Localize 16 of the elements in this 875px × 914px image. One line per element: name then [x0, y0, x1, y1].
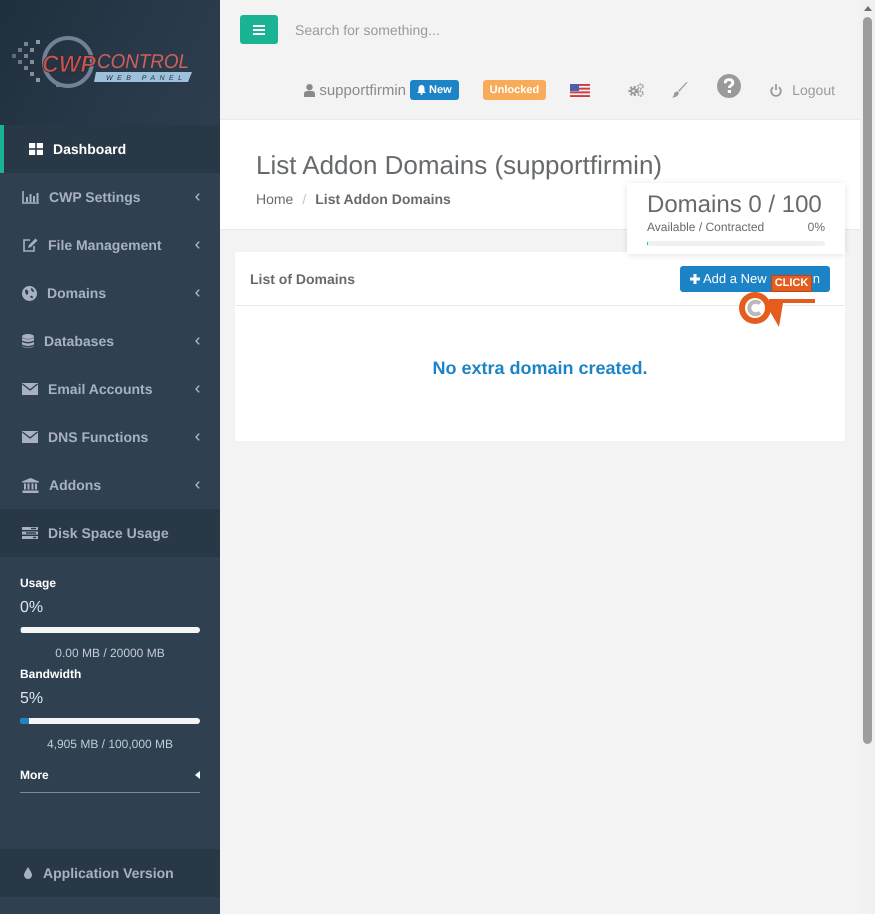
breadcrumb-current: List Addon Domains — [315, 190, 451, 209]
stat-percent: 0% — [20, 598, 44, 618]
stat-label: Bandwidth — [20, 666, 82, 683]
quota-caption: Available / Contracted — [647, 219, 764, 235]
breadcrumb-separator: / — [301, 190, 308, 209]
empty-message: No extra domain created. — [432, 357, 648, 380]
license-badge: Unlocked — [482, 80, 546, 100]
stat-percent: 5% — [20, 689, 44, 709]
stat-reading: 0.00 MB / 20000 MB — [54, 645, 166, 662]
click-tooltip: CLICK — [771, 275, 812, 292]
stat-reading: 4,905 MB / 100,000 MB — [46, 736, 174, 753]
quota-percent: 0% — [808, 219, 825, 235]
stat-label: Usage — [20, 575, 58, 592]
panel-title: List of Domains — [250, 270, 356, 286]
domains-count: Domains 0 / 100 — [647, 191, 823, 219]
page-title: List Addon Domains (supportfirmin) — [256, 149, 662, 181]
